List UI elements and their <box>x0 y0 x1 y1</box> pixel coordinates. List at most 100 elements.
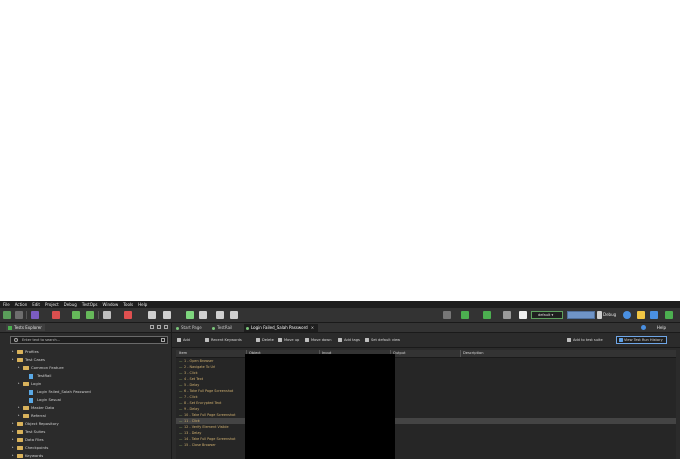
add-to-test-suite-button[interactable]: Add to test suite <box>567 336 603 344</box>
tree-item-label: Profiles <box>25 349 39 354</box>
tree-item[interactable]: ▸ Common Feature <box>0 364 171 372</box>
expand-arrow-icon[interactable]: ▸ <box>12 430 15 433</box>
tree-item[interactable]: ▸ Test Cases <box>0 356 171 364</box>
expand-arrow-icon[interactable]: ▸ <box>12 446 15 449</box>
view-test-run-history-button[interactable]: View Test Run History <box>616 336 667 344</box>
tab-start-page[interactable]: Start Page <box>174 324 206 332</box>
folder-icon <box>17 422 23 426</box>
tree-item[interactable]: ▸ Profiles <box>0 348 171 356</box>
tests-explorer-tab[interactable]: Tests Explorer <box>6 324 45 331</box>
save-icon[interactable] <box>15 311 23 319</box>
recent-keywords-label: Recent Keywords <box>211 338 242 342</box>
plugin-icon[interactable] <box>650 311 658 319</box>
profile-select[interactable]: default ▾ <box>531 311 563 319</box>
move-up-button[interactable]: Move up <box>278 336 299 344</box>
main-toolbar: default ▾ Debug <box>0 308 680 323</box>
menu-item-project[interactable]: Project <box>45 301 59 308</box>
tree-item[interactable]: ▸ Test Suites <box>0 428 171 436</box>
back-icon[interactable] <box>216 311 224 319</box>
set-default-view-button[interactable]: Set default view <box>365 336 400 344</box>
run-icon[interactable] <box>461 311 469 319</box>
pen-icon[interactable] <box>519 311 527 319</box>
tab-login-failed[interactable]: Login Failed_Salah Password × <box>244 324 319 332</box>
account-icon[interactable] <box>623 311 631 319</box>
forward-icon[interactable] <box>230 311 238 319</box>
menu-item-edit[interactable]: Edit <box>32 301 40 308</box>
expand-arrow-icon[interactable]: ▸ <box>18 406 21 409</box>
explorer-search-input[interactable] <box>22 337 142 343</box>
expand-arrow-icon[interactable]: ▸ <box>12 358 15 361</box>
expand-arrow-icon[interactable]: ▸ <box>18 382 21 385</box>
expand-arrow-icon[interactable]: ▸ <box>12 438 15 441</box>
import-icon[interactable] <box>163 311 171 319</box>
maximize-icon[interactable] <box>164 325 168 329</box>
column-divider <box>460 350 461 357</box>
tree-item[interactable]: ▸ Object Repository <box>0 420 171 428</box>
editor-tab-bar: Start Page TestRail Login Failed_Salah P… <box>172 323 680 333</box>
tab-testrail[interactable]: TestRail <box>210 324 236 332</box>
mobile-record-icon[interactable] <box>86 311 94 319</box>
debug-run-icon[interactable] <box>483 311 491 319</box>
folder-icon <box>17 358 23 362</box>
tree-item[interactable]: Login Failed_Salah Password <box>0 388 171 396</box>
browser-icon[interactable] <box>199 311 207 319</box>
menu-item-testops[interactable]: TestOps <box>82 301 98 308</box>
add-button[interactable]: Add <box>177 336 190 344</box>
menu-item-tools[interactable]: Tools <box>123 301 133 308</box>
download-icon[interactable] <box>665 311 673 319</box>
stop-icon[interactable] <box>503 311 511 319</box>
move-down-button[interactable]: Move down <box>305 336 331 344</box>
add-icon[interactable] <box>186 311 194 319</box>
delete-icon <box>256 338 260 342</box>
menu-item-action[interactable]: Action <box>15 301 28 308</box>
settings-icon[interactable] <box>597 311 602 319</box>
tree-item[interactable]: ▸ Keywords <box>0 452 171 459</box>
expand-arrow-icon[interactable] <box>24 374 27 377</box>
help-icon[interactable] <box>641 325 646 330</box>
spy-web-icon[interactable] <box>31 311 39 319</box>
expand-arrow-icon[interactable]: ▸ <box>12 422 15 425</box>
add-tags-button[interactable]: Add tags <box>338 336 360 344</box>
terminal-icon[interactable] <box>443 311 451 319</box>
tab-icon <box>246 326 249 330</box>
redacted-area <box>245 354 395 459</box>
keyword-icon[interactable] <box>148 311 156 319</box>
tree-item-label: Test Cases <box>25 357 45 362</box>
star-icon[interactable] <box>637 311 645 319</box>
add-tags-label: Add tags <box>344 338 360 342</box>
expand-arrow-icon[interactable]: ▸ <box>12 350 15 353</box>
filter-icon[interactable] <box>161 338 165 342</box>
column-description[interactable]: Description <box>463 350 483 357</box>
record-web-icon[interactable] <box>52 311 60 319</box>
expand-arrow-icon[interactable] <box>24 390 27 393</box>
menu-item-help[interactable]: Help <box>138 301 147 308</box>
tree-item[interactable]: ▸ Data Files <box>0 436 171 444</box>
git-icon[interactable] <box>103 311 111 319</box>
tree-item[interactable]: ▸ Master Data <box>0 404 171 412</box>
help-link[interactable]: Help <box>657 324 666 332</box>
menu-item-file[interactable]: File <box>3 301 10 308</box>
column-item[interactable]: Item <box>179 350 187 357</box>
tree-item[interactable]: Login Sesuai <box>0 396 171 404</box>
mobile-spy-icon[interactable] <box>72 311 80 319</box>
global-search-field[interactable] <box>567 311 595 319</box>
tree-item[interactable]: ▸ Referral <box>0 412 171 420</box>
tree-item[interactable]: TestRail <box>0 372 171 380</box>
expand-arrow-icon[interactable]: ▸ <box>18 366 21 369</box>
menu-item-window[interactable]: Window <box>102 301 118 308</box>
new-icon[interactable] <box>3 311 11 319</box>
menu-item-debug[interactable]: Debug <box>64 301 77 308</box>
expand-arrow-icon[interactable] <box>24 398 27 401</box>
tree-item[interactable]: ▸ Checkpoints <box>0 444 171 452</box>
collapse-all-icon[interactable] <box>150 325 154 329</box>
testops-icon[interactable] <box>124 311 132 319</box>
debug-perspective-label[interactable]: Debug <box>603 311 616 319</box>
delete-button[interactable]: Delete <box>256 336 274 344</box>
recent-keywords-button[interactable]: Recent Keywords <box>205 336 242 344</box>
expand-arrow-icon[interactable]: ▸ <box>12 454 15 457</box>
tree-item[interactable]: ▸ Login <box>0 380 171 388</box>
folder-icon <box>17 454 23 458</box>
close-tab-icon[interactable]: × <box>311 325 314 330</box>
expand-arrow-icon[interactable]: ▸ <box>18 414 21 417</box>
minimize-icon[interactable] <box>157 325 161 329</box>
